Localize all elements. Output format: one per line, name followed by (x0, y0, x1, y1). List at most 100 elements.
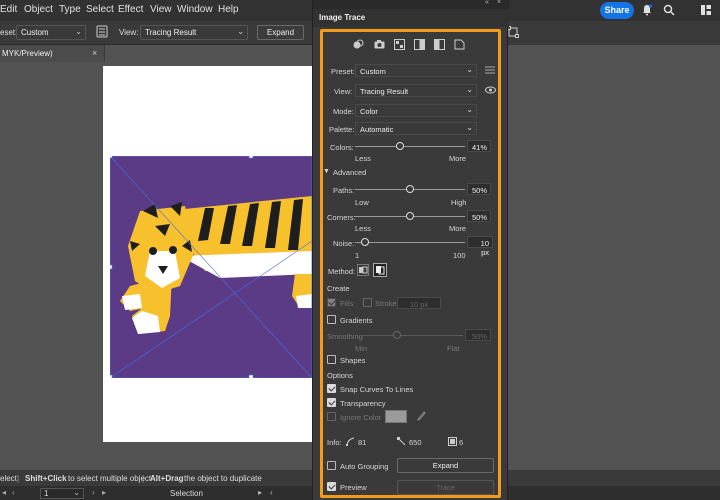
snap-curves-checkbox[interactable] (327, 384, 336, 393)
nav-last-icon[interactable]: ▸ (102, 488, 106, 497)
smoothing-max-label: Flat (447, 344, 460, 353)
auto-grouping-checkbox[interactable] (327, 461, 336, 470)
strokes-checkbox[interactable] (363, 298, 372, 307)
scroll-left-icon[interactable]: ‹ (270, 488, 273, 497)
expand-button[interactable]: Expand (257, 25, 304, 40)
stroke-width-field[interactable]: 10 px (397, 297, 441, 309)
tool-menu-arrow-icon[interactable]: ▸ (258, 488, 262, 497)
abutting-method-button[interactable] (357, 264, 369, 276)
colors-value-field[interactable]: 41% (467, 140, 491, 152)
high-color-preset-icon[interactable] (374, 39, 385, 50)
document-tab-title: MYK/Preview) (2, 49, 53, 58)
bell-icon[interactable] (641, 4, 653, 16)
search-icon[interactable] (663, 4, 675, 16)
panel-view-dropdown[interactable]: Tracing Result ⌄ (355, 84, 477, 97)
corners-value-field[interactable]: 50% (467, 210, 491, 222)
colors-count-icon (448, 437, 457, 446)
palette-value: Automatic (360, 125, 394, 134)
menu-type[interactable]: Type (59, 4, 81, 15)
collapse-panel-icon[interactable]: « (485, 0, 489, 6)
paths-value-field[interactable]: 50% (467, 183, 491, 195)
document-tab[interactable]: MYK/Preview) (0, 45, 105, 62)
colors-slider-track[interactable] (355, 146, 465, 147)
paths-slider-thumb[interactable] (406, 185, 414, 193)
mode-dropdown[interactable]: Color ⌄ (355, 104, 477, 117)
outline-preset-icon[interactable] (454, 39, 465, 50)
close-panel-icon[interactable]: × (497, 0, 501, 6)
panel-titlebar[interactable]: « × (313, 0, 509, 9)
palette-label: Palette: (329, 125, 355, 134)
info-paths-value: 81 (358, 438, 367, 447)
preset-label: Preset: (331, 67, 355, 76)
smoothing-value-field[interactable]: 50% (465, 329, 491, 341)
eye-icon[interactable] (485, 86, 496, 94)
transform-icon[interactable] (507, 26, 519, 38)
ignore-color-label: Ignore Color (340, 413, 382, 422)
corners-label: Corners: (327, 213, 356, 222)
nav-next-icon[interactable]: › (92, 488, 95, 497)
status-hint-b: Shift+Click (25, 474, 67, 483)
gradients-checkbox[interactable] (327, 315, 336, 324)
close-icon[interactable]: × (92, 48, 97, 58)
advanced-label[interactable]: Advanced (333, 168, 366, 177)
menu-window[interactable]: Window (177, 4, 213, 15)
colors-min-label: Less (355, 154, 371, 163)
view-dropdown[interactable]: Tracing Result ⌄ (140, 25, 248, 40)
page-number-field[interactable]: 1 ⌄ (40, 488, 84, 499)
noise-value-field[interactable]: 10 px (467, 236, 493, 257)
paths-max-label: High (451, 198, 467, 207)
transparency-checkbox[interactable] (327, 398, 336, 407)
fills-checkbox[interactable] (327, 298, 336, 307)
noise-slider-thumb[interactable] (360, 238, 369, 246)
trace-options-icon[interactable] (96, 25, 108, 38)
ignore-color-checkbox[interactable] (327, 412, 336, 421)
chevron-down-icon: ⌄ (466, 65, 473, 74)
preset-dropdown[interactable]: Custom ⌄ (16, 25, 86, 40)
corners-slider-thumb[interactable] (406, 212, 414, 220)
menu-help[interactable]: Help (218, 4, 239, 15)
colors-label: Colors: (330, 143, 354, 152)
auto-color-preset-icon[interactable] (353, 39, 364, 50)
tiger-artwork[interactable] (110, 156, 312, 378)
palette-dropdown[interactable]: Automatic ⌄ (355, 122, 477, 135)
low-color-preset-icon[interactable] (394, 39, 405, 50)
corners-min-label: Less (355, 224, 371, 233)
chevron-down-icon: ⌄ (466, 123, 473, 132)
trace-button[interactable]: Trace (397, 480, 494, 495)
smoothing-slider-thumb[interactable] (393, 331, 401, 339)
preview-checkbox[interactable] (327, 482, 336, 491)
eyedropper-icon[interactable] (416, 411, 426, 422)
black-and-white-preset-icon[interactable] (434, 39, 445, 50)
nav-prev-icon[interactable]: ◂ (2, 488, 6, 497)
shapes-checkbox[interactable] (327, 355, 336, 364)
noise-slider-track[interactable] (355, 242, 465, 243)
panel-preset-dropdown[interactable]: Custom ⌄ (355, 64, 477, 77)
noise-label: Noise: (333, 239, 355, 248)
menu-object[interactable]: Object (24, 4, 53, 15)
status-hint-a: elect (0, 474, 17, 483)
smoothing-min-label: Min (355, 344, 368, 353)
preset-label: eset: (0, 28, 18, 37)
info-anchors-value: 650 (409, 438, 422, 447)
panel-tab[interactable]: Image Trace (313, 9, 509, 27)
overlapping-method-button[interactable] (373, 263, 387, 277)
chevron-down-icon: ⌄ (75, 27, 82, 36)
panel-expand-button[interactable]: Expand (397, 458, 494, 473)
advanced-toggle-icon[interactable]: ▼ (323, 168, 330, 175)
preset-dropdown-value: Custom (21, 28, 49, 37)
ignore-color-swatch[interactable] (385, 410, 407, 423)
menu-select[interactable]: Select (86, 4, 114, 15)
menu-edit[interactable]: Edit (0, 4, 17, 15)
create-label: Create (327, 284, 350, 293)
preview-label: Preview (340, 483, 367, 492)
preset-menu-icon[interactable] (485, 66, 495, 74)
workspace-grid-icon[interactable] (700, 4, 712, 16)
share-button[interactable]: Share (600, 2, 634, 19)
colors-slider-thumb[interactable] (396, 142, 405, 150)
gradients-label: Gradients (340, 316, 373, 325)
grayscale-preset-icon[interactable] (414, 39, 425, 50)
menu-view[interactable]: View (150, 4, 172, 15)
nav-prev-icon[interactable]: ‹ (12, 488, 15, 497)
smoothing-slider-track[interactable] (363, 335, 463, 336)
menu-effect[interactable]: Effect (118, 4, 143, 15)
